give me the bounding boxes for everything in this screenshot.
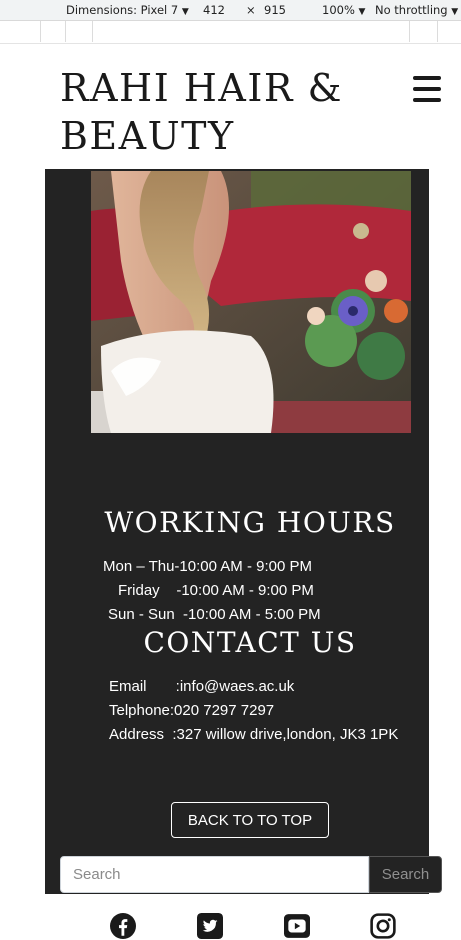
bride-with-bouquet-photo — [91, 171, 411, 433]
twitter-icon[interactable] — [197, 913, 223, 939]
contact-telephone: Telphone:020 7297 7297 — [109, 702, 275, 719]
dropdown-arrow-icon: ▼ — [181, 7, 189, 17]
back-to-top-button[interactable]: BACK TO TO TOP — [171, 802, 329, 838]
instagram-icon[interactable] — [370, 913, 396, 939]
hours-row-friday: Friday -10:00 AM - 9:00 PM — [118, 582, 314, 599]
contact-address: Address :327 willow drive,london, JK3 1P… — [109, 726, 399, 743]
brand-line-1: RAHI HAIR & — [60, 66, 343, 110]
brand-line-2: BEAUTY — [60, 114, 235, 158]
device-select[interactable]: Dimensions: Pixel 7 ▼ — [66, 3, 189, 17]
youtube-icon[interactable] — [284, 913, 310, 939]
search-input[interactable] — [60, 856, 369, 893]
dropdown-arrow-icon: ▼ — [358, 7, 366, 17]
height-input[interactable]: 915 — [264, 3, 286, 17]
hours-row-sun: Sun - Sun -10:00 AM - 5:00 PM — [108, 606, 321, 623]
zoom-select[interactable]: 100% ▼ — [322, 3, 365, 17]
width-input[interactable]: 412 — [203, 3, 225, 17]
facebook-icon[interactable] — [110, 913, 136, 939]
brand-title[interactable]: RAHI HAIR & BEAUTY — [60, 64, 360, 160]
contact-us-title: CONTACT US — [143, 626, 357, 659]
contact-email: Email :info@waes.ac.uk — [109, 678, 295, 695]
devtools-device-toolbar: Dimensions: Pixel 7 ▼ 412 × 915 100% ▼ N… — [0, 0, 461, 21]
hamburger-menu-icon[interactable] — [413, 76, 441, 102]
devtools-ruler — [0, 21, 461, 44]
search-button[interactable]: Search — [369, 856, 442, 893]
dropdown-arrow-icon: ▼ — [451, 7, 459, 17]
times-symbol: × — [246, 3, 256, 17]
working-hours-title: WORKING HOURS — [104, 506, 396, 539]
throttling-select[interactable]: No throttling ▼ — [375, 3, 458, 17]
hours-row-mon-thu: Mon – Thu-10:00 AM - 9:00 PM — [103, 558, 312, 575]
